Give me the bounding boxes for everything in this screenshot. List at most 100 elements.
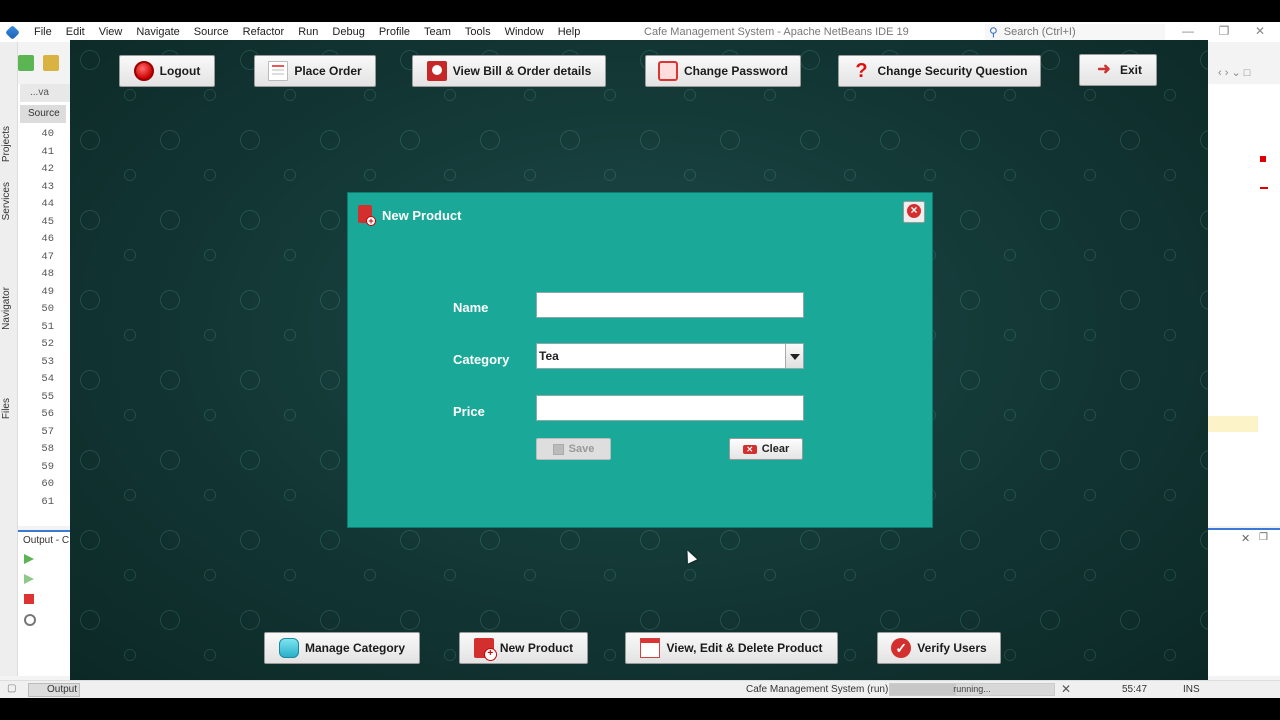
menu-run[interactable]: Run [291, 26, 325, 38]
maximize-icon[interactable]: ❐ [1214, 24, 1234, 38]
run-label[interactable]: Cafe Management System (run) [746, 684, 888, 695]
clear-icon: ✕ [742, 444, 757, 454]
exit-icon: ➜ [1097, 61, 1111, 78]
line-number: 42 [41, 163, 54, 175]
chevron-down-icon[interactable] [785, 344, 803, 368]
line-number: 53 [41, 355, 54, 368]
menu-window[interactable]: Window [498, 26, 551, 38]
name-label: Name [453, 300, 489, 315]
editor-right-pane: ‹ › ⌄ □ [1208, 67, 1280, 526]
minimize-icon[interactable]: — [1178, 24, 1198, 38]
source-button[interactable]: Source [20, 105, 66, 123]
line-number: 57 [41, 425, 54, 438]
change-password-button[interactable]: Change Password [645, 55, 801, 87]
place-order-label: Place Order [294, 64, 362, 78]
editor-file-tab[interactable]: ...va [20, 84, 70, 102]
line-number: 44 [41, 198, 54, 210]
stop-icon[interactable] [24, 594, 34, 604]
tab-navigator[interactable]: Navigator [1, 287, 17, 330]
settings-icon[interactable] [24, 614, 36, 626]
caret-position: 55:47 [1122, 684, 1148, 695]
manage-category-label: Manage Category [304, 641, 406, 655]
logout-icon [133, 61, 154, 81]
clear-label: Clear [761, 443, 790, 455]
category-label: Category [453, 352, 510, 367]
output-status-tab[interactable]: Output [28, 683, 80, 697]
ide-search[interactable]: ⚲ [985, 24, 1165, 40]
insert-mode: INS [1183, 684, 1200, 695]
line-number: 55 [41, 390, 54, 403]
line-number: 47 [41, 250, 54, 263]
open-project-icon[interactable] [43, 55, 59, 71]
rerun-with-params-icon[interactable] [24, 574, 34, 584]
cancel-run-icon[interactable]: ✕ [1061, 682, 1071, 696]
run-progress[interactable]: running... [889, 683, 1055, 696]
close-icon[interactable]: ✕ [1250, 24, 1270, 38]
current-line-highlight [1208, 416, 1258, 432]
menu-navigate[interactable]: Navigate [129, 26, 186, 38]
menu-help[interactable]: Help [551, 26, 588, 38]
rerun-icon[interactable] [24, 554, 34, 564]
view-bill-button[interactable]: View Bill & Order details [412, 55, 606, 87]
menu-file[interactable]: File [27, 26, 59, 38]
line-number: 60 [41, 478, 54, 490]
line-number: 41 [41, 145, 54, 158]
menu-team[interactable]: Team [417, 26, 458, 38]
progress-text: running... [953, 684, 991, 694]
save-icon [552, 443, 564, 455]
dialog-title: New Product [382, 208, 462, 223]
new-product-label: New Product [499, 641, 574, 655]
change-security-question-button[interactable]: ? Change Security Question [838, 55, 1041, 87]
category-icon [278, 638, 299, 658]
close-output-icon[interactable]: ✕ [1241, 532, 1250, 545]
line-number: 61 [41, 495, 54, 508]
line-number: 48 [41, 268, 54, 280]
menu-profile[interactable]: Profile [372, 26, 417, 38]
menu-edit[interactable]: Edit [59, 26, 92, 38]
dialog-close-button[interactable] [903, 201, 925, 223]
new-product-button-icon [473, 638, 497, 661]
verify-users-button[interactable]: ✓ Verify Users [877, 632, 1001, 664]
change-password-label: Change Password [683, 64, 789, 78]
error-marker-icon[interactable] [1260, 156, 1266, 162]
line-number: 54 [41, 373, 54, 385]
menu-debug[interactable]: Debug [325, 26, 371, 38]
product-list-icon [640, 638, 661, 658]
new-product-button[interactable]: New Product [459, 632, 588, 664]
manage-category-button[interactable]: Manage Category [264, 632, 420, 664]
error-stripe-icon[interactable] [1260, 187, 1268, 189]
category-select[interactable]: Tea [536, 343, 804, 369]
order-icon [268, 61, 289, 81]
save-label: Save [568, 443, 595, 455]
save-button[interactable]: Save [536, 438, 611, 460]
clear-button[interactable]: ✕ Clear [729, 438, 803, 460]
tab-projects[interactable]: Projects [1, 126, 17, 162]
checkmark-icon: ✓ [891, 638, 912, 658]
logout-button[interactable]: Logout [119, 55, 215, 87]
ide-toolbar [18, 42, 70, 84]
change-security-label: Change Security Question [877, 64, 1028, 78]
place-order-button[interactable]: Place Order [254, 55, 376, 87]
menu-refactor[interactable]: Refactor [236, 26, 292, 38]
restore-output-icon[interactable]: ❐ [1259, 532, 1268, 543]
line-number: 45 [41, 215, 54, 228]
panel-toggle-icon[interactable]: ▢ [7, 683, 16, 694]
search-input[interactable] [1003, 26, 1144, 38]
line-number: 46 [41, 233, 54, 245]
name-field[interactable] [536, 292, 804, 318]
price-field[interactable] [536, 395, 804, 421]
view-bill-label: View Bill & Order details [452, 64, 592, 78]
editor-pane: ...va Source 40 41 42 43 44 45 46 47 48 49 50 51 52 5… [18, 84, 70, 526]
tab-services[interactable]: Services [1, 182, 17, 220]
exit-label: Exit [1119, 63, 1142, 77]
netbeans-logo-icon [5, 24, 20, 40]
menu-view[interactable]: View [92, 26, 130, 38]
tab-files[interactable]: Files [1, 398, 17, 419]
menu-tools[interactable]: Tools [458, 26, 498, 38]
new-file-icon[interactable] [18, 55, 34, 71]
view-edit-delete-product-button[interactable]: View, Edit & Delete Product [625, 632, 838, 664]
side-panel-strip: Projects Services Navigator Files [0, 42, 18, 676]
menu-source[interactable]: Source [187, 26, 236, 38]
editor-nav-icons[interactable]: ‹ › ⌄ □ [1218, 66, 1250, 79]
exit-button[interactable]: ➜ Exit [1079, 54, 1157, 86]
